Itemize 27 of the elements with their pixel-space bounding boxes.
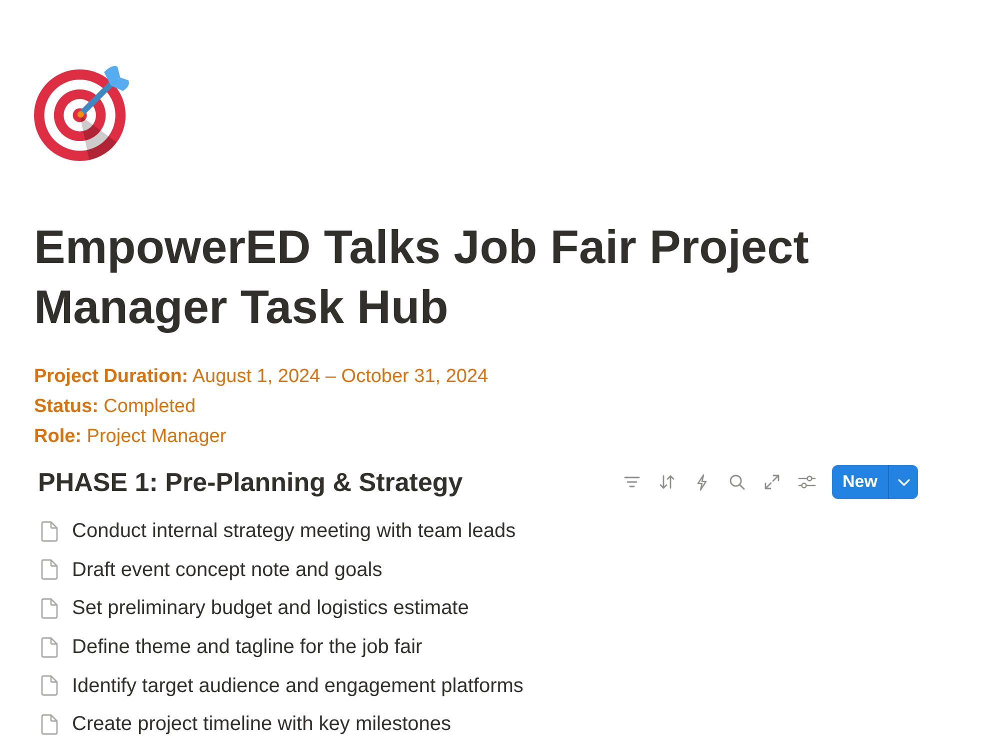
property-line: Role: Project Manager <box>34 425 226 449</box>
chevron-down-icon <box>898 478 910 486</box>
task-title[interactable]: Draft event concept note and goals <box>72 558 382 582</box>
page-icon <box>41 675 58 696</box>
new-button[interactable]: New <box>832 465 888 499</box>
property-line: Status: Completed <box>34 395 196 419</box>
database-title: PHASE 1: Pre-Planning & Strategy <box>38 466 463 499</box>
filter-icon[interactable] <box>624 476 640 488</box>
task-title[interactable]: Conduct internal strategy meeting with team leads <box>72 519 516 544</box>
page-icon <box>41 520 58 542</box>
expand-icon[interactable] <box>764 474 780 490</box>
page-icon <box>41 598 58 619</box>
page-title: EmpowerED Talks Job Fair Project Manager Task Hub <box>34 219 810 335</box>
target-with-dart-icon <box>34 64 131 161</box>
lightning-icon[interactable] <box>696 474 708 490</box>
page-icon <box>41 559 58 580</box>
task-title[interactable]: Identify target audience and engagement platforms <box>72 674 524 698</box>
property-line: Project Duration: August 1, 2024 – October 31, 2024 <box>34 365 488 389</box>
sort-icon[interactable] <box>659 474 675 490</box>
task-title[interactable]: Create project timeline with key milestones <box>72 712 452 736</box>
page-icon <box>41 714 58 735</box>
task-title[interactable]: Set preliminary budget and logistics estimate <box>72 596 469 620</box>
sliders-icon[interactable] <box>798 475 816 489</box>
task-title[interactable]: Define theme and tagline for the job fair <box>72 635 422 660</box>
page-icon <box>41 636 58 658</box>
search-icon[interactable] <box>729 474 745 490</box>
new-dropdown-button[interactable] <box>888 465 918 499</box>
